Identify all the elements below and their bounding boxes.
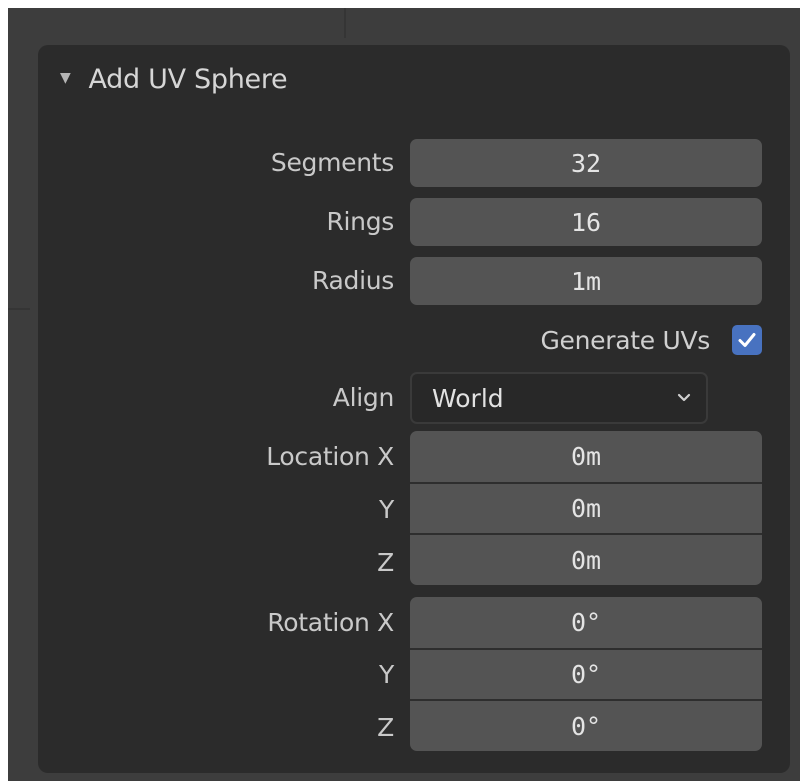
panel-title: Add UV Sphere [88, 63, 288, 95]
checkmark-icon [738, 333, 756, 347]
segments-label: Segments [270, 148, 394, 177]
location-z-label: Z [377, 548, 394, 577]
align-dropdown[interactable]: World [410, 372, 708, 424]
rings-field[interactable]: 16 [410, 198, 762, 246]
rotation-x-label: Rotation X [267, 608, 394, 637]
rotation-x-field[interactable]: 0° [410, 597, 762, 648]
grid-line [8, 308, 30, 310]
3d-viewport-background: ▼ Add UV Sphere Segments 32 Rings 16 Rad… [8, 8, 800, 781]
add-uv-sphere-panel: ▼ Add UV Sphere Segments 32 Rings 16 Rad… [38, 45, 790, 773]
chevron-down-icon [677, 393, 691, 402]
radius-field[interactable]: 1m [410, 257, 762, 305]
generate-uvs-row[interactable]: Generate UVs [540, 318, 762, 362]
radius-label: Radius [311, 266, 394, 295]
grid-line [344, 8, 346, 38]
align-label: Align [332, 383, 395, 412]
rotation-y-label: Y [379, 660, 394, 689]
rotation-z-field[interactable]: 0° [410, 699, 762, 751]
location-y-field[interactable]: 0m [410, 482, 762, 533]
rotation-z-label: Z [377, 713, 394, 742]
generate-uvs-checkbox[interactable] [732, 325, 762, 355]
panel-header[interactable]: ▼ Add UV Sphere [60, 59, 288, 99]
rings-label: Rings [326, 207, 394, 236]
location-z-field[interactable]: 0m [410, 533, 762, 585]
align-value: World [432, 383, 504, 413]
location-x-field[interactable]: 0m [410, 431, 762, 482]
location-y-label: Y [379, 495, 394, 524]
rotation-y-field[interactable]: 0° [410, 648, 762, 699]
segments-field[interactable]: 32 [410, 139, 762, 187]
triangle-down-icon[interactable]: ▼ [60, 70, 71, 86]
location-x-label: Location X [266, 442, 394, 471]
generate-uvs-label: Generate UVs [540, 325, 710, 355]
